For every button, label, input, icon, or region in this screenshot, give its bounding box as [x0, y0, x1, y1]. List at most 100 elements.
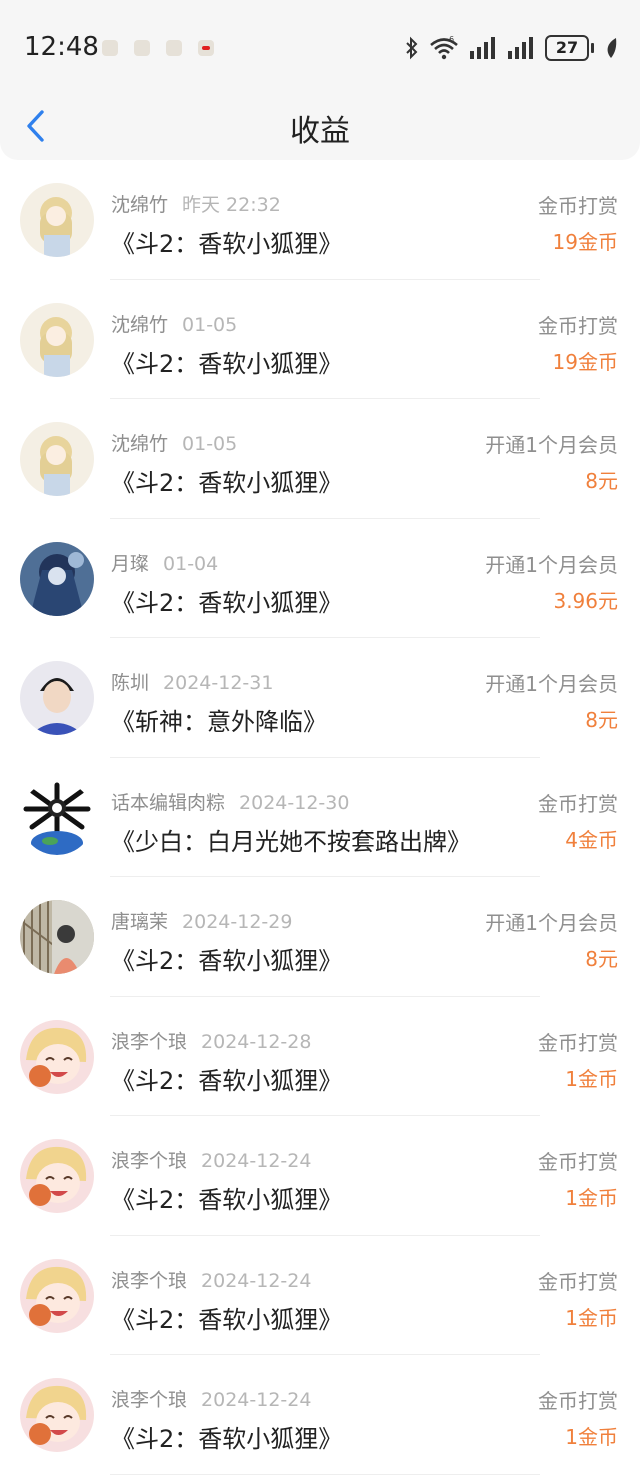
- signal-icon: [470, 37, 495, 59]
- avatar[interactable]: [20, 541, 94, 616]
- header: 收益: [0, 96, 640, 160]
- work-title: 《斗2：香软小狐狸》: [111, 1305, 343, 1334]
- page-title: 收益: [290, 114, 350, 149]
- earning-type: 金币打赏: [538, 194, 618, 218]
- user-name: 浪李个琅: [111, 1150, 188, 1172]
- avatar[interactable]: [20, 183, 94, 257]
- user-name: 浪李个琅: [111, 1389, 188, 1411]
- user-name: 话本编辑肉粽: [111, 791, 226, 814]
- earning-type: 开通1个月会员: [485, 433, 618, 457]
- work-title: 《斗2：香软小狐狸》: [111, 588, 343, 617]
- earning-amount: 1金币: [565, 1425, 618, 1449]
- earning-type: 金币打赏: [538, 791, 618, 816]
- earning-row[interactable]: 沈绵竹 01-05 《斗2：香软小狐狸》 开通1个月会员 8元: [0, 399, 640, 519]
- user-name: 陈圳: [111, 672, 150, 694]
- user-meta: 月璨 01-04: [111, 549, 218, 576]
- notification-icon: [198, 40, 214, 56]
- svg-text:6: 6: [449, 36, 454, 44]
- record-date: 2024-12-31: [163, 672, 274, 694]
- avatar[interactable]: [20, 1019, 94, 1094]
- earning-row[interactable]: 陈圳 2024-12-31 《斩神：意外降临》 开通1个月会员 8元: [0, 638, 640, 758]
- user-meta: 话本编辑肉粽 2024-12-30: [111, 788, 349, 815]
- user-meta: 浪李个琅 2024-12-24: [111, 1385, 311, 1412]
- wifi-icon: 6: [430, 36, 458, 60]
- avatar[interactable]: [20, 900, 94, 974]
- earning-row[interactable]: 沈绵竹 昨天 22:32 《斗2：香软小狐狸》 金币打赏 19金币: [0, 160, 640, 280]
- work-title: 《少白：白月光她不按套路出牌》: [111, 827, 471, 856]
- work-title: 《斗2：香软小狐狸》: [111, 349, 343, 378]
- work-title: 《斗2：香软小狐狸》: [111, 1425, 343, 1453]
- earning-amount: 1金币: [565, 1305, 618, 1330]
- record-date: 2024-12-29: [182, 911, 293, 933]
- earning-row[interactable]: 月璨 01-04 《斗2：香软小狐狸》 开通1个月会员 3.96元: [0, 519, 640, 639]
- status-icons: 6 27: [405, 34, 618, 62]
- record-date: 01-05: [182, 433, 238, 455]
- battery-level: 27: [545, 35, 589, 61]
- earning-row[interactable]: 话本编辑肉粽 2024-12-30 《少白：白月光她不按套路出牌》 金币打赏 4金…: [0, 758, 640, 878]
- earning-type: 金币打赏: [538, 1030, 618, 1055]
- avatar[interactable]: [20, 1139, 94, 1213]
- user-name: 浪李个琅: [111, 1030, 188, 1053]
- work-title: 《斗2：香软小狐狸》: [111, 947, 343, 975]
- work-title: 《斩神：意外降临》: [111, 708, 327, 736]
- user-meta: 陈圳 2024-12-31: [111, 668, 273, 695]
- user-meta: 沈绵竹 昨天 22:32: [111, 190, 281, 217]
- earning-row[interactable]: 浪李个琅 2024-12-28 《斗2：香软小狐狸》 金币打赏 1金币: [0, 997, 640, 1117]
- bluetooth-icon: [406, 36, 418, 60]
- avatar[interactable]: [20, 1378, 94, 1452]
- record-date: 2024-12-30: [239, 791, 350, 814]
- earning-row[interactable]: 浪李个琅 2024-12-24 《斗2：香软小狐狸》 金币打赏 1金币: [0, 1116, 640, 1236]
- work-title: 《斗2：香软小狐狸》: [111, 230, 343, 258]
- avatar[interactable]: [20, 780, 94, 855]
- earning-row[interactable]: 浪李个琅 2024-12-24 《斗2：香软小狐狸》 金币打赏 1金币: [0, 1355, 640, 1475]
- avatar[interactable]: [20, 661, 94, 735]
- earning-type: 开通1个月会员: [485, 911, 618, 935]
- record-date: 2024-12-28: [201, 1030, 312, 1053]
- earning-type: 开通1个月会员: [485, 672, 618, 696]
- user-name: 沈绵竹: [111, 313, 169, 336]
- user-name: 唐璃茉: [111, 911, 169, 933]
- earning-amount: 1金币: [565, 1186, 618, 1210]
- earning-type: 金币打赏: [538, 1389, 618, 1413]
- earning-amount: 8元: [585, 469, 618, 493]
- earning-amount: 4金币: [565, 827, 618, 852]
- earning-type: 金币打赏: [538, 1269, 618, 1294]
- earning-amount: 1金币: [565, 1066, 618, 1091]
- earning-amount: 8元: [585, 708, 618, 732]
- earning-row[interactable]: 浪李个琅 2024-12-24 《斗2：香软小狐狸》 金币打赏 1金币: [0, 1236, 640, 1356]
- leaf-icon: [607, 38, 617, 58]
- user-meta: 沈绵竹 01-05: [111, 310, 237, 337]
- status-time: 12:48: [24, 32, 99, 62]
- work-title: 《斗2：香软小狐狸》: [111, 1066, 343, 1095]
- user-name: 浪李个琅: [111, 1269, 188, 1292]
- notification-icon: [166, 40, 182, 56]
- earning-type: 金币打赏: [538, 1150, 618, 1174]
- user-meta: 浪李个琅 2024-12-24: [111, 1266, 311, 1293]
- record-date: 2024-12-24: [201, 1269, 312, 1292]
- record-date: 2024-12-24: [201, 1150, 312, 1172]
- avatar[interactable]: [20, 1258, 94, 1333]
- earning-type: 金币打赏: [538, 313, 618, 338]
- user-name: 月璨: [111, 552, 150, 575]
- earning-row[interactable]: 唐璃茉 2024-12-29 《斗2：香软小狐狸》 开通1个月会员 8元: [0, 877, 640, 997]
- user-name: 沈绵竹: [111, 433, 169, 455]
- earning-row[interactable]: 沈绵竹 01-05 《斗2：香软小狐狸》 金币打赏 19金币: [0, 280, 640, 400]
- status-bar: 12:48 6 27: [0, 0, 640, 96]
- notification-icon: [134, 40, 150, 56]
- avatar[interactable]: [20, 302, 94, 377]
- battery-icon: 27: [545, 35, 594, 61]
- user-meta: 唐璃茉 2024-12-29: [111, 907, 292, 934]
- user-meta: 浪李个琅 2024-12-24: [111, 1146, 311, 1173]
- signal-icon: [508, 37, 533, 59]
- work-title: 《斗2：香软小狐狸》: [111, 469, 343, 497]
- record-date: 01-04: [163, 552, 219, 575]
- user-meta: 沈绵竹 01-05: [111, 429, 237, 456]
- notification-icon: [102, 40, 118, 56]
- earning-type: 开通1个月会员: [485, 552, 618, 577]
- user-name: 沈绵竹: [111, 194, 169, 216]
- earning-amount: 19金币: [552, 230, 618, 254]
- avatar[interactable]: [20, 422, 94, 496]
- record-date: 01-05: [182, 313, 238, 336]
- record-date: 2024-12-24: [201, 1389, 312, 1411]
- user-meta: 浪李个琅 2024-12-28: [111, 1027, 311, 1054]
